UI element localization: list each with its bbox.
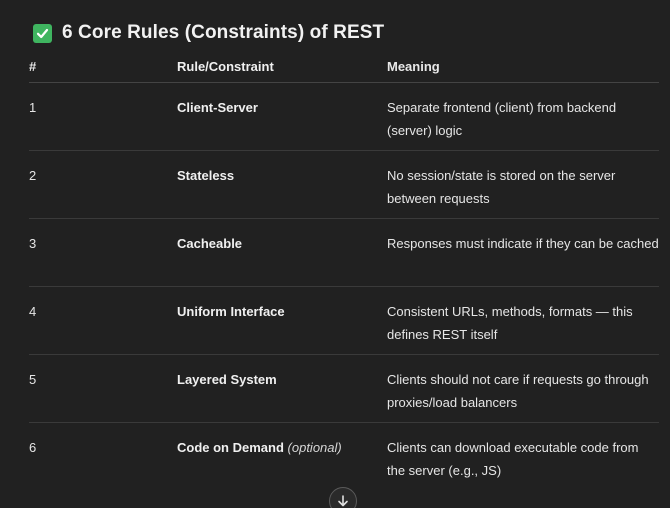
rule-name: Code on Demand (177, 440, 284, 455)
row-number: 1 (29, 100, 37, 115)
row-rule: Client-Server (177, 96, 377, 119)
row-number: 2 (29, 168, 37, 183)
row-number: 5 (29, 372, 37, 387)
section-heading: 6 Core Rules (Constraints) of REST (33, 21, 384, 45)
rule-name: Layered System (177, 372, 277, 387)
table-row: 5 Layered System Clients should not care… (29, 355, 659, 423)
rule-optional-note: (optional) (287, 440, 342, 455)
header-number: # (29, 59, 37, 74)
row-meaning: Clients can download executable code fro… (387, 440, 639, 478)
rule-name: Stateless (177, 168, 235, 183)
table-row: 6 Code on Demand (optional) Clients can … (29, 423, 659, 490)
row-rule: Code on Demand (optional) (177, 436, 377, 459)
header-rule: Rule/Constraint (177, 59, 274, 74)
row-rule: Layered System (177, 368, 377, 391)
row-meaning: Clients should not care if requests go t… (387, 372, 649, 410)
row-meaning: No session/state is stored on the server… (387, 168, 616, 206)
table-row: 2 Stateless No session/state is stored o… (29, 151, 659, 219)
header-meaning: Meaning (387, 59, 440, 74)
scroll-to-bottom-button[interactable] (329, 487, 357, 508)
row-rule: Uniform Interface (177, 300, 377, 323)
row-number: 4 (29, 304, 37, 319)
table-header: # Rule/Constraint Meaning (29, 50, 659, 83)
table-row: 4 Uniform Interface Consistent URLs, met… (29, 287, 659, 355)
rules-table: # Rule/Constraint Meaning 1 Client-Serve… (29, 50, 659, 490)
check-box-icon (33, 23, 52, 43)
table-row: 3 Cacheable Responses must indicate if t… (29, 219, 659, 287)
row-meaning: Responses must indicate if they can be c… (387, 236, 659, 251)
row-number: 6 (29, 440, 37, 455)
rule-name: Client-Server (177, 100, 258, 115)
heading-text: 6 Core Rules (Constraints) of REST (62, 22, 385, 43)
chat-response-page: 6 Core Rules (Constraints) of REST # Rul… (0, 0, 670, 508)
row-rule: Stateless (177, 164, 377, 187)
table-row: 1 Client-Server Separate frontend (clien… (29, 83, 659, 151)
row-rule: Cacheable (177, 232, 377, 255)
rule-name: Cacheable (177, 236, 243, 251)
row-meaning: Consistent URLs, methods, formats — this… (387, 304, 633, 342)
row-meaning: Separate frontend (client) from backend … (387, 100, 617, 138)
row-number: 3 (29, 236, 37, 251)
rule-name: Uniform Interface (177, 304, 285, 319)
arrow-down-icon (338, 495, 348, 507)
